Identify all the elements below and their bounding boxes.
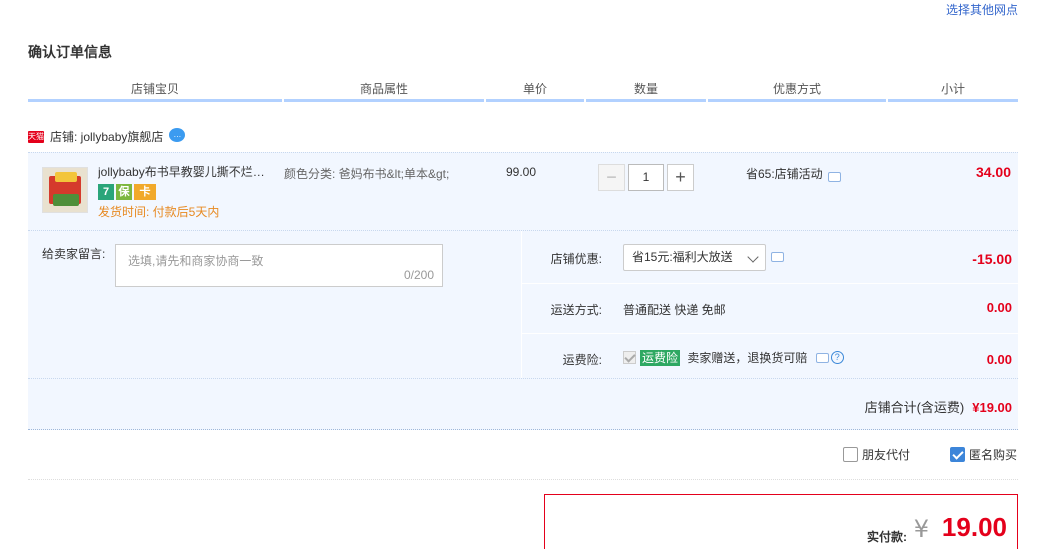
shop-total: 店铺合计(含运费) ¥19.00 — [865, 397, 1012, 416]
shop-discount-label: 店铺优惠: — [550, 252, 602, 266]
order-item-row: jollybaby布书早教婴儿撕不烂… 7保卡 发货时间: 付款后5天内 颜色分… — [28, 152, 1018, 230]
shipping-label: 运送方式: — [550, 303, 602, 317]
shipping-method: 普通配送 快递 免邮 — [623, 303, 726, 317]
ship-time: 发货时间: 付款后5天内 — [98, 205, 220, 219]
insurance-amount: 0.00 — [986, 352, 1012, 367]
anonymous-buy-checkbox[interactable] — [950, 447, 965, 463]
quantity-input[interactable]: 1 — [628, 164, 664, 191]
anonymous-buy-option[interactable]: 匿名购买 — [950, 446, 1017, 463]
shop-total-label: 店铺合计(含运费) — [864, 400, 965, 415]
insurance-checkbox[interactable] — [623, 351, 636, 364]
item-discount: 省65:店铺活动 — [746, 165, 841, 182]
col-quantity: 数量 — [586, 78, 706, 102]
options-row-divider — [522, 333, 1018, 334]
anonymous-buy-label: 匿名购买 — [969, 448, 1018, 462]
order-options-panel: 给卖家留言: 选填,请先和商家协商一致 0/200 店铺优惠: 省15元:福利大… — [28, 230, 1018, 379]
item-subtotal: 34.00 — [975, 164, 1011, 180]
comment-icon[interactable] — [815, 352, 829, 363]
item-discount-text: 省65:店铺活动 — [746, 167, 823, 181]
page-title: 确认订单信息 — [28, 44, 112, 60]
comment-icon[interactable] — [771, 251, 784, 262]
shop-name[interactable]: 店铺: jollybaby旗舰店 — [50, 130, 163, 144]
col-discount: 优惠方式 — [708, 78, 886, 102]
shop-row: 天猫 店铺: jollybaby旗舰店 … — [28, 127, 186, 148]
col-attributes: 商品属性 — [284, 78, 484, 102]
options-row-divider — [522, 283, 1018, 284]
chevron-down-icon — [747, 251, 759, 263]
friend-pay-option[interactable]: 朋友代付 — [843, 446, 910, 463]
payment-amount: 19.00 — [941, 512, 1007, 542]
quantity-decrease-button[interactable]: − — [598, 164, 625, 191]
guarantee-icon[interactable]: 保 — [116, 184, 132, 200]
friend-pay-label: 朋友代付 — [862, 448, 911, 462]
shop-total-amount: ¥19.00 — [972, 400, 1012, 415]
help-icon[interactable]: ? — [830, 351, 844, 364]
product-title-link[interactable]: jollybaby布书早教婴儿撕不烂… — [98, 163, 276, 180]
insurance-tag: 运费险 — [640, 349, 681, 366]
insurance-row: 运费险 卖家赠送，退换货可赔 ? — [623, 349, 844, 366]
insurance-label: 运费险: — [562, 353, 602, 367]
seller-message-counter: 0/200 — [403, 268, 434, 282]
seller-message-label: 给卖家留言: — [42, 247, 106, 261]
shop-discount-selected: 省15元:福利大放送 — [632, 250, 733, 264]
service-icons: 7保卡 — [98, 184, 158, 200]
payment-label: 实付款: — [867, 530, 907, 544]
seven-day-return-icon[interactable]: 7 — [98, 184, 114, 200]
shop-total-bar: 店铺合计(含运费) ¥19.00 — [28, 378, 1018, 430]
col-price: 单价 — [486, 78, 584, 102]
column-header: 店铺宝贝 商品属性 单价 数量 优惠方式 小计 — [28, 78, 1018, 102]
shop-discount-select[interactable]: 省15元:福利大放送 — [623, 244, 766, 271]
payment-summary-box: 实付款: ¥ 19.00 — [544, 494, 1018, 549]
shipping-amount: 0.00 — [986, 300, 1012, 315]
credit-card-icon[interactable]: 卡 — [134, 184, 156, 200]
wangwang-chat-icon[interactable]: … — [169, 127, 186, 142]
col-subtotal: 小计 — [888, 78, 1018, 102]
insurance-text: 卖家赠送，退换货可赔 — [687, 351, 808, 365]
tmall-icon: 天猫 — [28, 130, 44, 143]
col-shop-item: 店铺宝贝 — [28, 78, 282, 102]
unit-price: 99.00 — [506, 165, 537, 179]
friend-pay-checkbox[interactable] — [843, 447, 858, 463]
seller-message-placeholder: 选填,请先和商家协商一致 — [128, 254, 264, 268]
comment-icon[interactable] — [827, 171, 841, 182]
divider — [28, 479, 1018, 480]
seller-message-input[interactable]: 选填,请先和商家协商一致 0/200 — [115, 244, 443, 287]
currency-symbol: ¥ — [913, 515, 929, 543]
shop-discount-amount: -15.00 — [972, 251, 1012, 267]
product-thumbnail[interactable] — [42, 167, 88, 213]
quantity-increase-button[interactable]: + — [667, 164, 694, 191]
select-other-outlet-link[interactable]: 选择其他网点 — [946, 1, 1018, 18]
product-attributes: 颜色分类: 爸妈布书&lt;单本&gt; — [284, 167, 450, 181]
